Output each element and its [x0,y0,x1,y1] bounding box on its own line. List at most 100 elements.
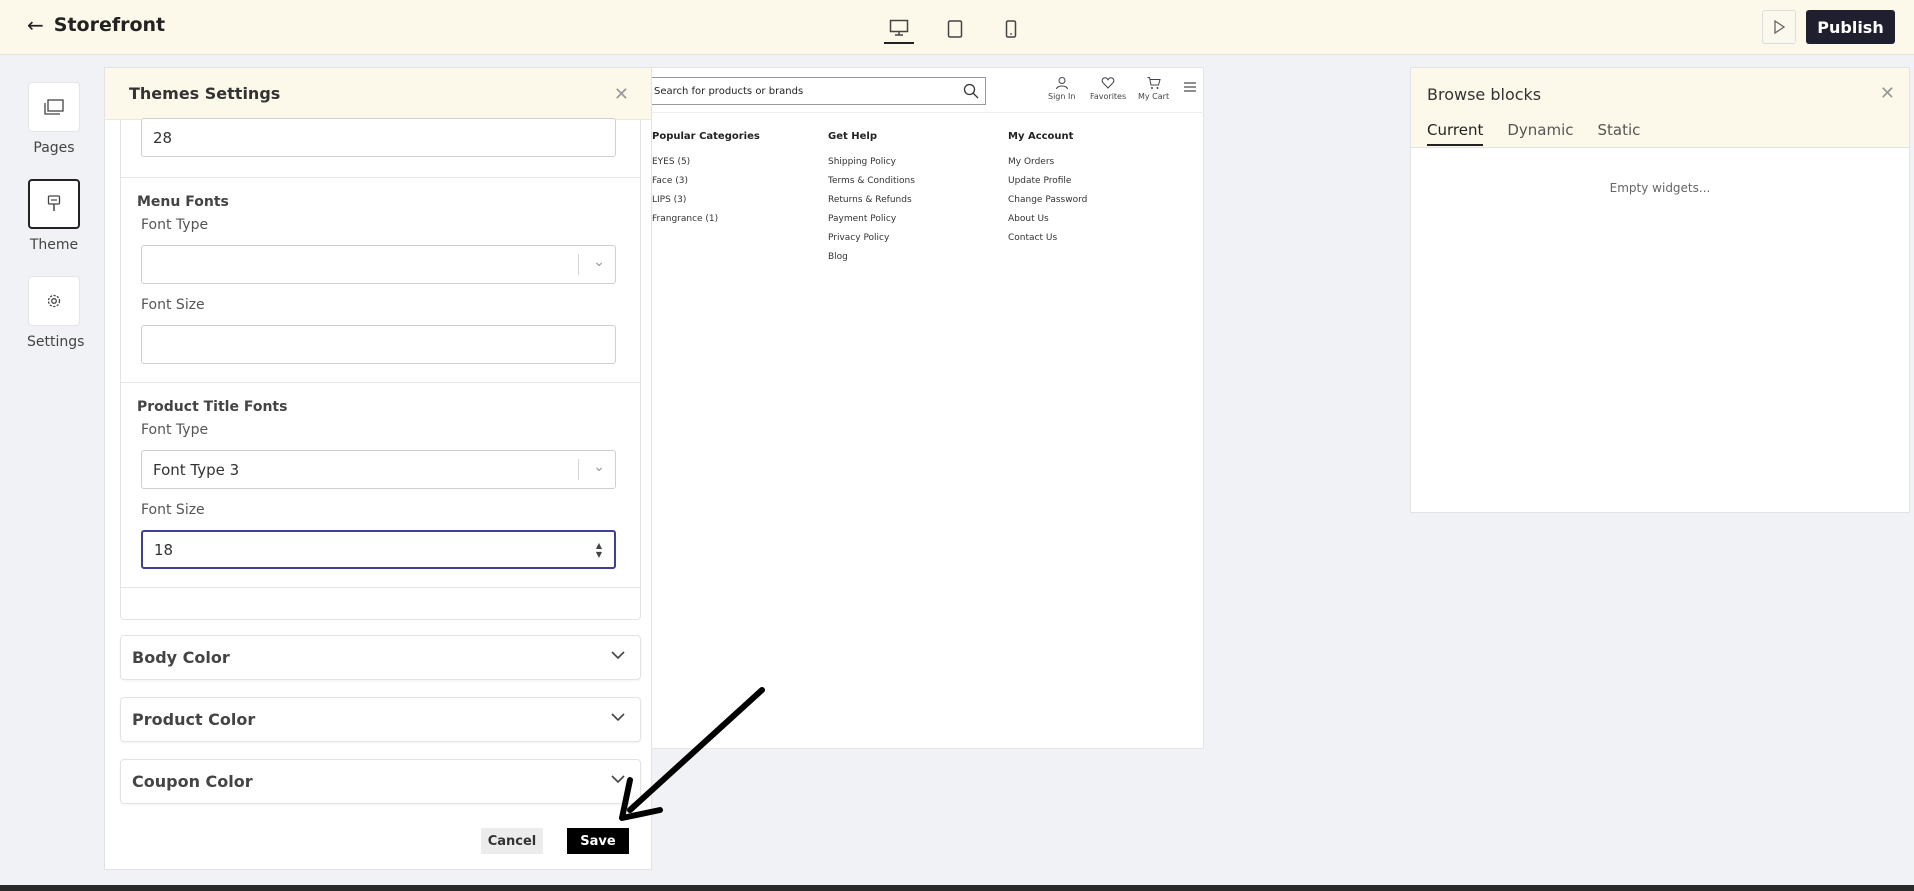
tab-static[interactable]: Static [1598,121,1641,146]
footer-col-title: Popular Categories [652,131,760,142]
footer-link[interactable]: Terms & Conditions [828,172,915,191]
heart-icon [1101,77,1115,89]
font-size-input[interactable]: 28 [141,118,616,157]
preview-header-divider [652,112,1204,113]
panel-title: Themes Settings [129,84,281,103]
close-icon[interactable]: ✕ [614,84,629,105]
product-font-size-value: 18 [154,540,174,559]
app-title: Storefront [53,14,166,36]
section-divider [121,587,640,588]
back-arrow-icon[interactable]: ← [27,13,44,37]
rail-theme-button[interactable] [28,179,80,229]
footer-link[interactable]: Shipping Policy [828,153,915,172]
fonts-section[interactable]: 28 Menu Fonts Font Type ⌄ Font Size Prod… [120,118,641,620]
menu-fonts-title: Menu Fonts [137,194,229,210]
number-spinner-icon[interactable]: ▲ ▼ [596,541,602,559]
tablet-icon [947,20,963,38]
footer-col-get-help: Get Help Shipping Policy Terms & Conditi… [828,131,915,267]
top-bar: ← Storefront Publish [0,0,1914,55]
rail-theme[interactable]: Theme [27,179,81,253]
accordion-coupon-color[interactable]: Coupon Color [120,759,641,804]
device-switcher [884,14,1026,44]
browse-blocks-panel: Browse blocks ✕ Current Dynamic Static E… [1410,67,1910,513]
cart-icon [1147,77,1161,89]
rail-pages-label: Pages [33,140,75,156]
accordion-title: Coupon Color [132,772,253,791]
tab-dynamic[interactable]: Dynamic [1507,121,1573,146]
footer-link[interactable]: My Orders [1008,153,1087,172]
footer-link[interactable]: Face (3) [652,172,760,191]
hamburger-menu-icon[interactable] [1184,82,1196,92]
preview-search-input[interactable]: Search for products or brands [652,77,986,105]
rail-settings-button[interactable] [28,276,80,326]
themes-settings-panel: Themes Settings ✕ 28 Menu Fonts Font Typ… [104,67,652,870]
product-font-type-select[interactable]: Font Type 3 ⌄ [141,450,616,489]
footer-col-popular-categories: Popular Categories EYES (5) Face (3) LIP… [652,131,760,229]
favorites-link[interactable]: Favorites [1090,76,1126,101]
accordion-product-color[interactable]: Product Color [120,697,641,742]
rail-pages[interactable]: Pages [27,82,81,156]
footer-col-title: My Account [1008,131,1074,142]
cart-link[interactable]: My Cart [1138,76,1169,101]
storefront-preview: Search for products or brands Sign In Fa… [652,67,1204,749]
browse-blocks-header: Browse blocks ✕ Current Dynamic Static [1411,68,1909,148]
accordion-title: Product Color [132,710,256,729]
footer-link[interactable]: About Us [1008,210,1087,229]
desktop-view-button[interactable] [884,14,914,44]
chevron-down-icon[interactable]: ⌄ [593,254,605,270]
footer-link[interactable]: Update Profile [1008,172,1087,191]
product-title-fonts-title: Product Title Fonts [137,399,288,415]
footer-col-title: Get Help [828,131,877,142]
select-separator [578,254,579,275]
footer-link[interactable]: LIPS (3) [652,191,760,210]
accordion-title: Body Color [132,648,230,667]
product-font-size-input[interactable]: 18 ▲ ▼ [141,530,616,569]
footer-link[interactable]: Frangrance (1) [652,210,760,229]
panel-header: Themes Settings ✕ [105,68,651,120]
footer-link[interactable]: EYES (5) [652,153,760,172]
tablet-view-button[interactable] [940,14,970,44]
annotation-arrow-icon [619,687,765,821]
menu-font-size-label: Font Size [141,297,205,313]
play-icon [1774,20,1785,34]
user-icon [1055,77,1068,90]
close-icon[interactable]: ✕ [1880,83,1895,104]
cancel-button[interactable]: Cancel [481,828,543,854]
publish-button[interactable]: Publish [1806,10,1895,44]
footer-link[interactable]: Privacy Policy [828,229,915,248]
rail-theme-label: Theme [29,237,79,253]
mobile-view-button[interactable] [996,14,1026,44]
menu-font-type-label: Font Type [141,217,209,233]
sign-in-link[interactable]: Sign In [1048,76,1075,101]
product-font-size-label: Font Size [141,502,205,518]
rail-pages-button[interactable] [28,82,80,132]
product-font-type-value: Font Type 3 [153,460,240,479]
footer-link[interactable]: Payment Policy [828,210,915,229]
paint-roller-icon [47,195,61,211]
footer-col-my-account: My Account My Orders Update Profile Chan… [1008,131,1087,248]
chevron-down-icon[interactable]: ⌄ [593,459,605,475]
footer-link[interactable]: Blog [828,248,915,267]
save-button[interactable]: Save [567,828,629,854]
rail-settings[interactable]: Settings [27,276,84,350]
back-to-storefront[interactable]: ← Storefront [27,13,165,37]
browse-blocks-title: Browse blocks [1427,85,1542,104]
accordion-body-color[interactable]: Body Color [120,635,641,680]
footer-link[interactable]: Returns & Refunds [828,191,915,210]
menu-font-size-input[interactable] [141,325,616,364]
gear-icon [47,294,61,308]
chevron-down-icon[interactable] [610,650,626,660]
menu-font-type-select[interactable]: ⌄ [141,245,616,284]
desktop-icon [889,19,909,36]
select-separator [578,459,579,480]
pages-icon [44,99,64,115]
sign-in-label: Sign In [1048,92,1076,101]
section-divider [121,177,640,178]
footer-link[interactable]: Contact Us [1008,229,1087,248]
preview-play-button[interactable] [1762,10,1796,44]
product-font-type-label: Font Type [141,422,209,438]
search-icon[interactable] [963,83,979,99]
tab-current[interactable]: Current [1427,121,1484,146]
footer-link[interactable]: Change Password [1008,191,1087,210]
browse-blocks-tabs: Current Dynamic Static [1427,121,1640,146]
